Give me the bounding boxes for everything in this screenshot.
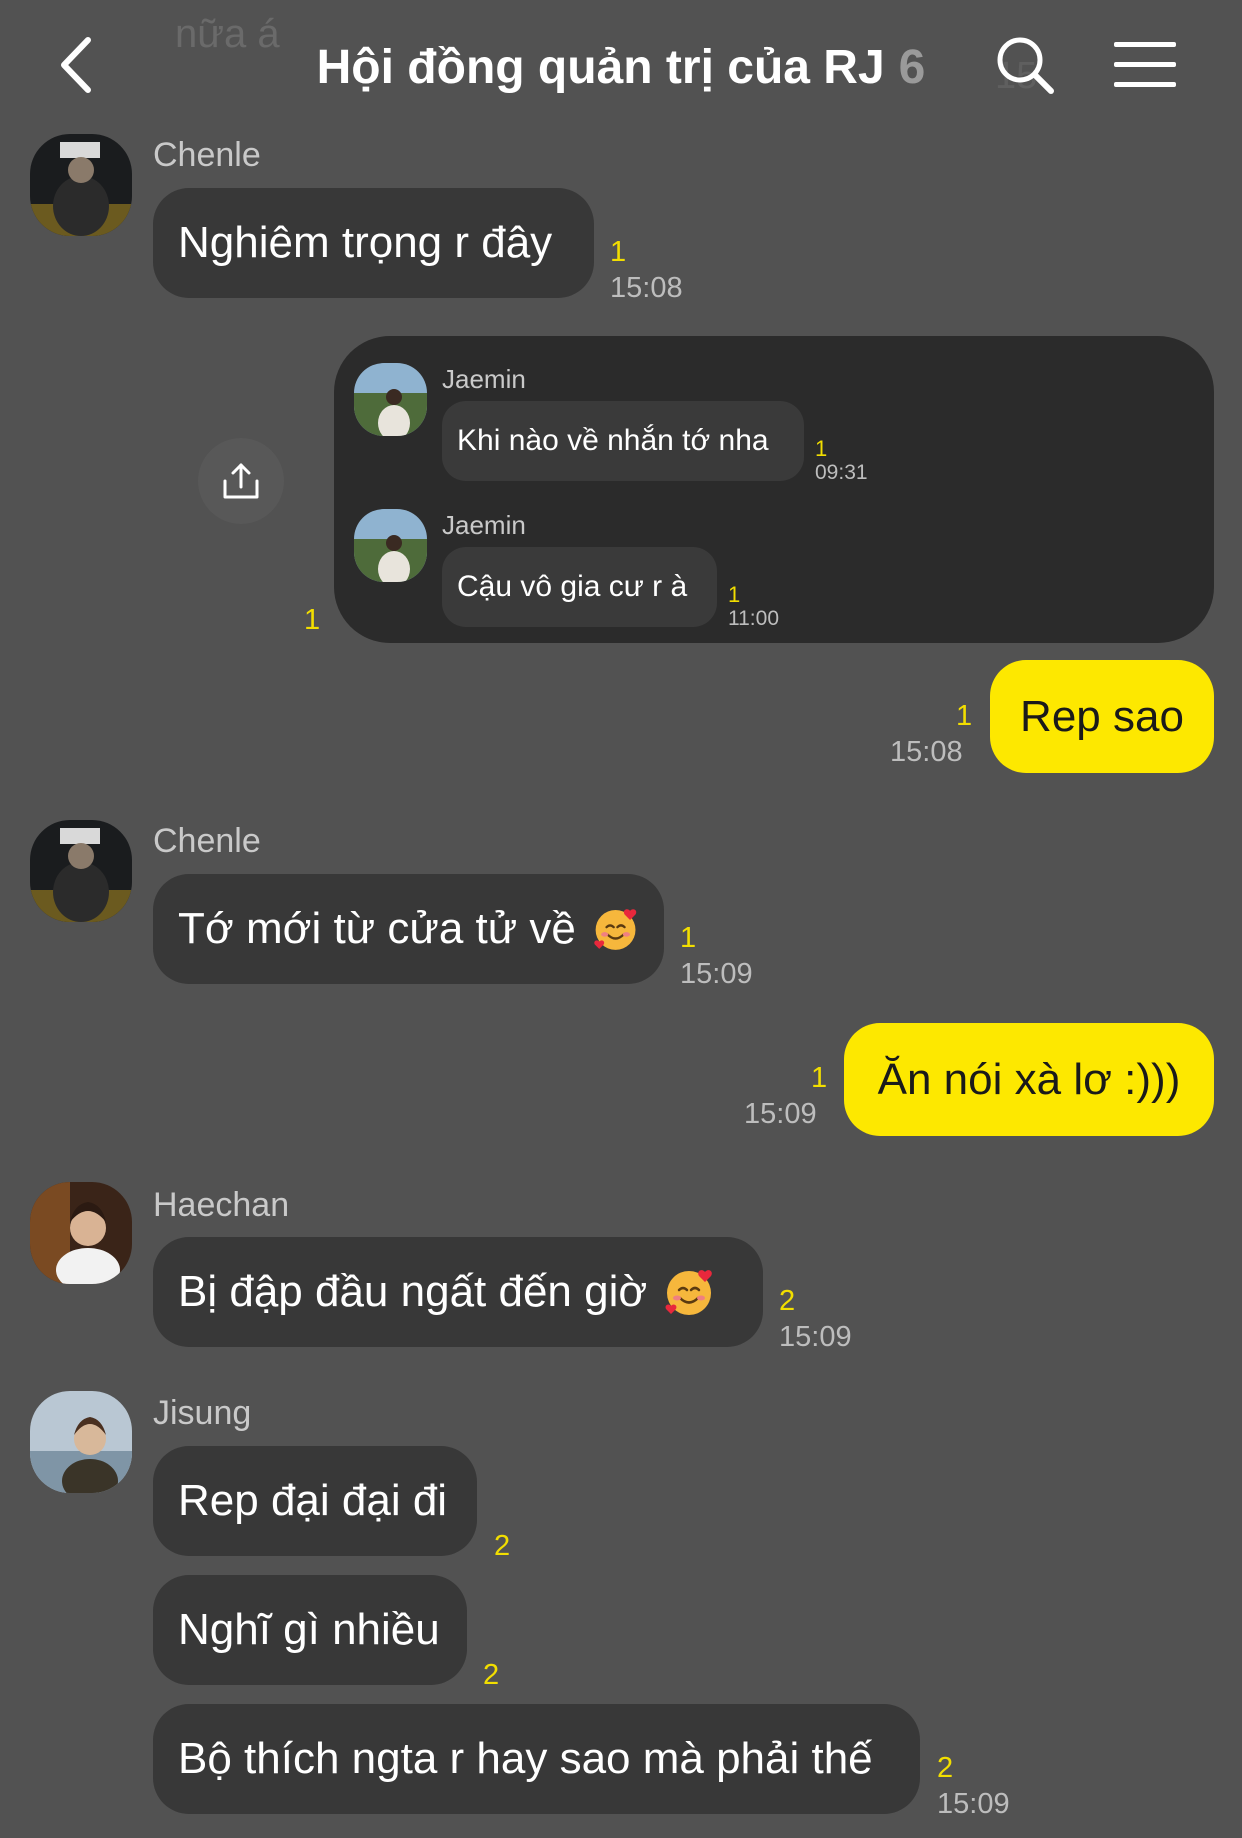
message-time: 15:09: [744, 1098, 817, 1130]
message-text: Rep đại đại đi: [178, 1476, 448, 1525]
avatar-jisung[interactable]: [30, 1391, 132, 1493]
unread-count: 2: [937, 1752, 954, 1784]
search-icon: [997, 37, 1054, 94]
message-time: 11:00: [728, 607, 779, 630]
my-message-bubble[interactable]: Ăn nói xà lơ :))): [844, 1023, 1214, 1136]
message-text: Bộ thích ngta r hay sao mà phải thế: [178, 1734, 873, 1783]
message-text: Khi nào về nhắn tớ nha: [457, 424, 769, 457]
message-text: Nghĩ gì nhiều: [178, 1605, 440, 1654]
message-bubble[interactable]: Rep đại đại đi: [153, 1446, 477, 1556]
sender-name: Haechan: [153, 1186, 290, 1224]
message-bubble[interactable]: Bị đập đầu ngất đến giờ: [153, 1237, 763, 1347]
share-icon: [223, 463, 259, 499]
avatar-chenle[interactable]: [30, 820, 132, 922]
message-time: 09:31: [815, 461, 868, 484]
hamburger-menu-icon: [1114, 42, 1176, 87]
unread-count: 1: [610, 236, 627, 268]
smiling-face-with-hearts-icon: [594, 909, 637, 950]
avatar-jaemin[interactable]: [354, 363, 427, 436]
search-button[interactable]: [994, 34, 1056, 96]
avatar-haechan[interactable]: [30, 1182, 132, 1284]
menu-button[interactable]: [1112, 36, 1178, 94]
unread-count: 2: [494, 1530, 511, 1562]
sender-name: Jaemin: [442, 510, 526, 540]
message-bubble[interactable]: Nghĩ gì nhiều: [153, 1575, 467, 1685]
message-bubble[interactable]: Bộ thích ngta r hay sao mà phải thế: [153, 1704, 920, 1814]
unread-count: 2: [779, 1285, 796, 1317]
unread-count: 1: [811, 1062, 828, 1094]
message-text: Bị đập đầu ngất đến giờ: [178, 1267, 648, 1316]
avatar-jaemin[interactable]: [354, 509, 427, 582]
message-time: 15:08: [610, 272, 683, 304]
message-text: Tớ mới từ cửa tử về: [178, 904, 576, 953]
message-time: 15:09: [680, 958, 753, 990]
forwarded-message-bubble[interactable]: Khi nào về nhắn tớ nha: [442, 401, 804, 481]
message-time: 15:08: [890, 736, 963, 768]
unread-count: 1: [304, 604, 321, 636]
message-text: Ăn nói xà lơ :))): [877, 1054, 1181, 1104]
message-time: 15:09: [779, 1321, 852, 1353]
avatar-chenle[interactable]: [30, 134, 132, 236]
unread-count: 1: [728, 582, 741, 607]
smiling-face-with-hearts-icon: [665, 1270, 713, 1315]
sender-name: Jaemin: [442, 364, 526, 394]
unread-count: 1: [680, 922, 697, 954]
forwarded-message-bubble[interactable]: Cậu vô gia cư r à: [442, 547, 717, 627]
unread-count: 1: [956, 700, 973, 732]
message-text: Rep sao: [1020, 691, 1184, 741]
message-time: 15:09: [937, 1788, 1010, 1820]
share-button[interactable]: [198, 438, 284, 524]
message-text: Nghiêm trọng r đây: [178, 218, 553, 267]
my-message-bubble[interactable]: Rep sao: [990, 660, 1214, 773]
unread-count: 1: [815, 436, 828, 461]
member-count: 6: [898, 41, 926, 94]
message-text: Cậu vô gia cư r à: [457, 570, 688, 603]
chat-title-text: Hội đồng quản trị của RJ: [316, 41, 885, 94]
unread-count: 2: [483, 1659, 500, 1691]
sender-name: Chenle: [153, 822, 261, 860]
message-bubble[interactable]: Nghiêm trọng r đây: [153, 188, 594, 298]
sender-name: Chenle: [153, 136, 261, 174]
message-bubble[interactable]: Tớ mới từ cửa tử về: [153, 874, 664, 984]
sender-name: Jisung: [153, 1394, 252, 1432]
